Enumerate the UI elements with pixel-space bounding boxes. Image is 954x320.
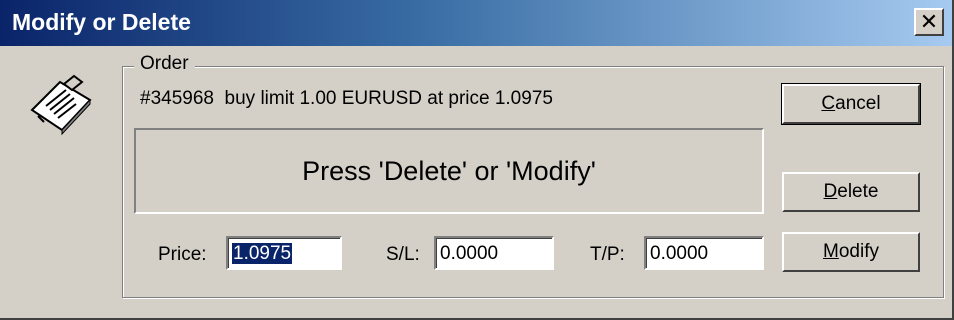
price-value: 1.0975	[232, 243, 293, 264]
modify-button[interactable]: Modify	[782, 232, 920, 272]
title-bar[interactable]: Modify or Delete ✕	[0, 0, 952, 46]
modify-or-delete-dialog: Modify or Delete ✕ Order #345968 buy lim…	[0, 0, 954, 320]
price-input[interactable]: 1.0975	[226, 236, 342, 270]
close-button[interactable]: ✕	[914, 8, 944, 36]
status-message: Press 'Delete' or 'Modify'	[302, 155, 596, 186]
take-profit-input[interactable]: 0.0000	[644, 236, 764, 270]
sl-label: S/L:	[386, 244, 420, 265]
window-title: Modify or Delete	[12, 9, 191, 35]
cancel-mnemonic: C	[821, 93, 836, 114]
delete-label: elete	[837, 181, 879, 202]
tp-label: T/P:	[590, 244, 625, 265]
delete-mnemonic: D	[823, 181, 838, 202]
take-profit-value: 0.0000	[650, 243, 709, 264]
modify-label: odify	[838, 241, 879, 262]
close-icon: ✕	[919, 9, 939, 35]
order-description: #345968 buy limit 1.00 EURUSD at price 1…	[140, 88, 553, 109]
order-group-label: Order	[134, 53, 195, 75]
stop-loss-value: 0.0000	[440, 243, 499, 264]
cancel-label: ancel	[835, 93, 881, 114]
stop-loss-input[interactable]: 0.0000	[434, 236, 554, 270]
cancel-button[interactable]: Cancel	[781, 83, 921, 125]
price-label: Price:	[158, 244, 207, 265]
modify-mnemonic: M	[823, 241, 839, 262]
order-ticket-icon	[30, 74, 92, 136]
delete-button[interactable]: Delete	[782, 172, 920, 212]
status-message-panel: Press 'Delete' or 'Modify'	[134, 128, 764, 214]
